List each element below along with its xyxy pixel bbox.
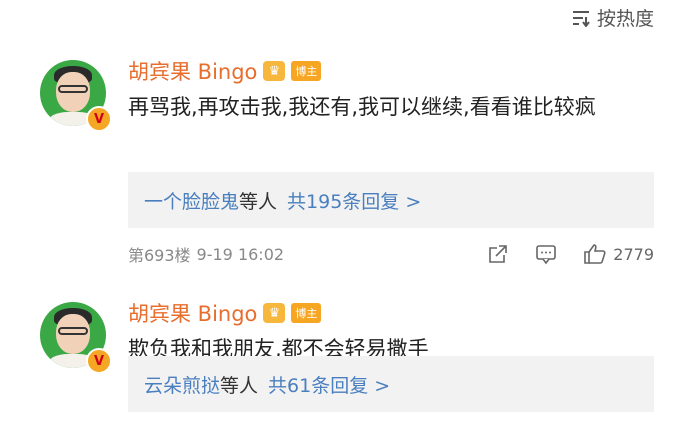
like-button[interactable]: 2779 xyxy=(583,243,654,265)
share-icon xyxy=(489,245,508,263)
author-tag: 博主 xyxy=(291,303,322,323)
crown-icon: ♛ xyxy=(263,61,286,81)
replies-preview[interactable]: 云朵煎挞 等人 共61条回复 > xyxy=(128,356,654,412)
share-button[interactable] xyxy=(487,243,509,265)
sort-label: 按热度 xyxy=(596,8,654,30)
timestamp: 9-19 16:02 xyxy=(196,244,285,264)
reply-count[interactable]: 共61条回复 > xyxy=(268,371,390,398)
floor-number: 第693楼 xyxy=(128,246,191,265)
verified-badge-icon: V xyxy=(86,348,112,374)
like-count: 2779 xyxy=(613,244,654,264)
author-tag: 博主 xyxy=(291,61,322,81)
avatar[interactable]: V xyxy=(40,302,112,374)
reply-mid: 等人 xyxy=(220,374,259,397)
replies-preview[interactable]: 一个脸脸鬼 等人 共195条回复 > xyxy=(128,172,654,228)
thumbs-up-icon xyxy=(584,244,606,264)
comment-icon xyxy=(536,245,557,265)
comment-text: 再骂我,再攻击我,我还有,我可以继续,看看谁比较疯 xyxy=(128,95,596,119)
comment-button[interactable] xyxy=(535,243,557,265)
author-name[interactable]: 胡宾果 Bingo xyxy=(128,56,257,86)
reply-names[interactable]: 一个脸脸鬼 xyxy=(144,187,239,214)
reply-mid: 等人 xyxy=(239,190,278,213)
reply-count[interactable]: 共195条回复 > xyxy=(287,187,421,214)
verified-badge-icon: V xyxy=(86,106,112,132)
sort-by-hot-button[interactable]: 按热度 xyxy=(571,4,654,31)
avatar[interactable]: V xyxy=(40,60,112,132)
reply-names[interactable]: 云朵煎挞 xyxy=(144,371,220,398)
crown-icon: ♛ xyxy=(263,303,286,323)
sort-icon xyxy=(571,9,591,27)
comment-meta: 第693楼 9-19 16:02 2779 xyxy=(128,242,654,266)
author-name[interactable]: 胡宾果 Bingo xyxy=(128,298,257,328)
